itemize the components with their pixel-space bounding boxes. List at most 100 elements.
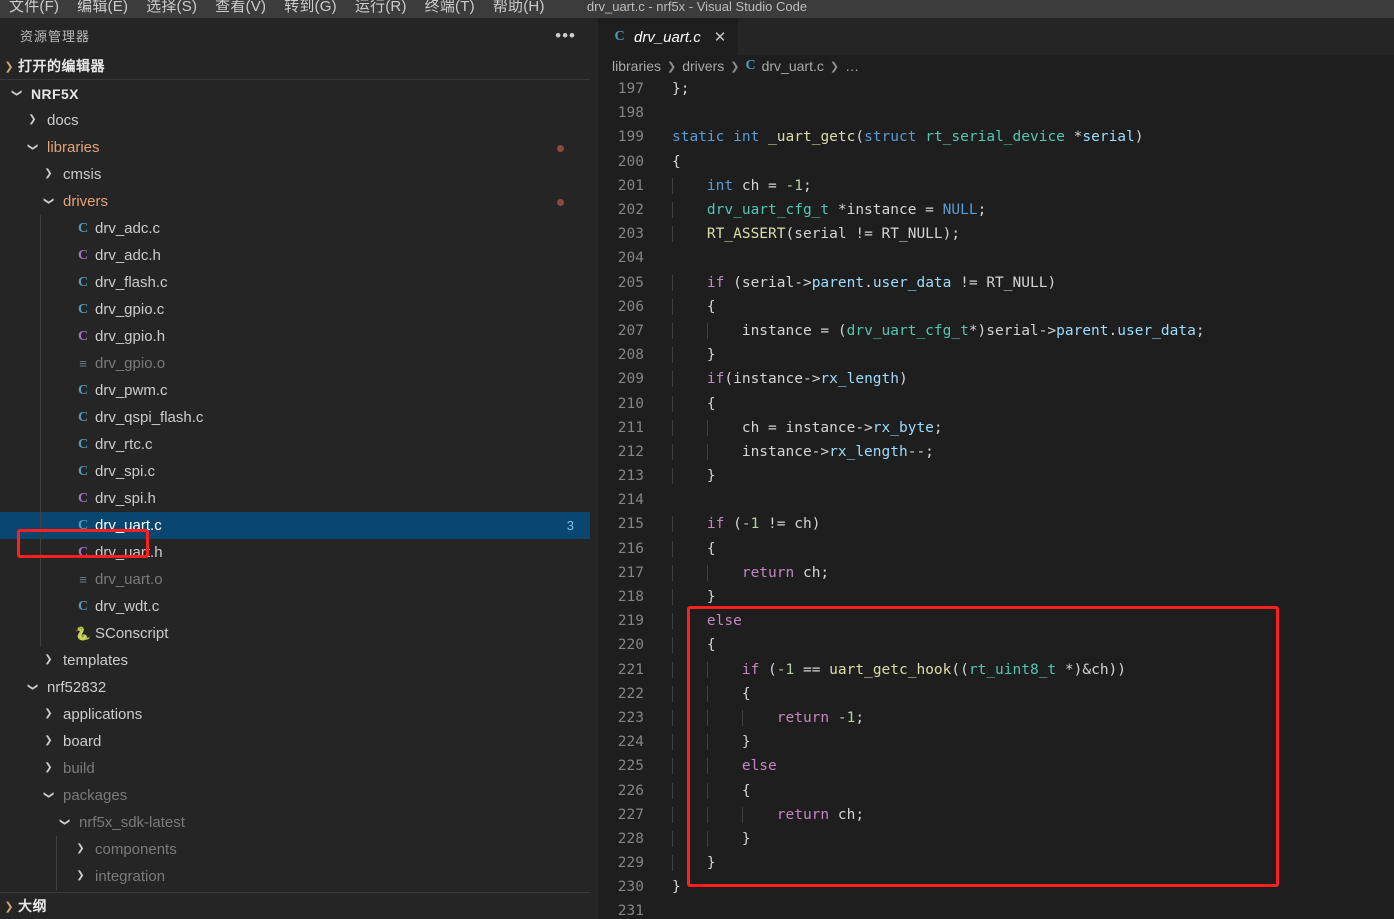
tree-item-applications[interactable]: applications [0,701,590,728]
chevron-down-icon[interactable] [24,681,41,692]
code-line[interactable]: 200 { [598,150,1394,174]
code-line[interactable]: 201 int ch = -1; [598,174,1394,198]
code-line[interactable]: 213 } [598,464,1394,488]
code-line[interactable]: 219 else [598,609,1394,633]
chevron-right-icon[interactable] [40,708,57,719]
code-line[interactable]: 226 { [598,778,1394,802]
chevron-down-icon[interactable] [24,141,41,152]
tree-item-docs[interactable]: docs [0,107,590,134]
tree-item-drv-qspi-flash-c[interactable]: Cdrv_qspi_flash.c [0,404,590,431]
code-line[interactable]: 203 RT_ASSERT(serial != RT_NULL); [598,222,1394,246]
code-line[interactable]: 198 [598,101,1394,125]
tree-item-templates[interactable]: templates [0,647,590,674]
code-token: } [706,468,716,485]
tab-drv-uart-c[interactable]: C drv_uart.c ✕ [598,18,739,55]
code-line[interactable]: 197}; [598,77,1394,101]
chevron-down-icon[interactable] [56,816,73,827]
code-line[interactable]: 206 { [598,295,1394,319]
tree-item-drv-rtc-c[interactable]: Cdrv_rtc.c [0,431,590,458]
code-line[interactable]: 221 if (-1 == uart_getc_hook((rt_uint8_t… [598,658,1394,682]
breadcrumb-segment[interactable]: drv_uart.c [762,58,824,74]
tree-item-drv-adc-c[interactable]: Cdrv_adc.c [0,215,590,242]
code-indent-guide [707,685,708,702]
code-line[interactable]: 216 { [598,537,1394,561]
chevron-right-icon[interactable] [72,870,89,881]
code-line[interactable]: 220 { [598,633,1394,657]
tree-item-drv-spi-h[interactable]: Cdrv_spi.h [0,485,590,512]
code-line[interactable]: 227 return ch; [598,803,1394,827]
chevron-right-icon[interactable] [40,654,57,665]
tree-item-drv-uart-h[interactable]: Cdrv_uart.h [0,539,590,566]
breadcrumb[interactable]: libraries ❯ drivers ❯ Cdrv_uart.c ❯… [598,55,1394,77]
code-token: else [741,758,777,775]
code-line[interactable]: 231 [598,899,1394,919]
tree-item-drv-spi-c[interactable]: Cdrv_spi.c [0,458,590,485]
tree-item-integration[interactable]: integration [0,863,590,890]
code-line[interactable]: 230} [598,875,1394,899]
tree-item-cmsis[interactable]: cmsis [0,161,590,188]
code-token: struct [864,129,917,146]
tree-item-sconscript[interactable]: 🐍 SConscript [0,620,590,647]
tree-item-libraries[interactable]: libraries [0,134,590,161]
tree-item-nrf52832[interactable]: nrf52832 [0,674,590,701]
code-line[interactable]: 207 instance = (drv_uart_cfg_t*)serial->… [598,319,1394,343]
tree-item-build[interactable]: build [0,755,590,782]
code-line[interactable]: 215 if (-1 != ch) [598,512,1394,536]
tree-item-components[interactable]: components [0,836,590,863]
chevron-right-icon[interactable] [72,843,89,854]
chevron-right-icon[interactable] [40,762,57,773]
line-content: int ch = -1; [656,177,812,194]
tree-indent-guide [40,215,41,647]
section-open-editors[interactable]: ❯ 打开的编辑器 [0,53,590,80]
code-editor[interactable]: 197}; 198 199 static int _uart_getc(struct … [598,77,1394,919]
code-line[interactable]: 202 drv_uart_cfg_t *instance = NULL; [598,198,1394,222]
code-token: ( [724,516,742,533]
chevron-down-icon[interactable] [40,195,57,206]
code-line[interactable]: 228 } [598,827,1394,851]
tree-item-drv-pwm-c[interactable]: Cdrv_pwm.c [0,377,590,404]
code-token: drv_uart_cfg_t [846,322,969,339]
code-line[interactable]: 212 instance->rx_length--; [598,440,1394,464]
code-line[interactable]: 208 } [598,343,1394,367]
code-line[interactable]: 223 return -1; [598,706,1394,730]
code-line[interactable]: 224 } [598,730,1394,754]
breadcrumb-segment[interactable]: drivers [682,58,724,74]
tree-item-drivers[interactable]: drivers [0,188,590,215]
chevron-right-icon[interactable] [40,735,57,746]
code-line[interactable]: 211 ch = instance->rx_byte; [598,416,1394,440]
code-line[interactable]: 210 { [598,391,1394,415]
tree-item-board[interactable]: board [0,728,590,755]
tree-item-nrf5x-sdk-latest[interactable]: nrf5x_sdk-latest [0,809,590,836]
tree-item-nrf5x[interactable]: NRF5X [0,80,590,107]
chevron-down-icon[interactable] [40,789,57,800]
tree-item-drv-gpio-c[interactable]: Cdrv_gpio.c [0,296,590,323]
tree-item-drv-wdt-c[interactable]: Cdrv_wdt.c [0,593,590,620]
code-line[interactable]: 222 { [598,682,1394,706]
code-line[interactable]: 218 } [598,585,1394,609]
code-line[interactable]: 204 [598,246,1394,270]
tree-item-drv-gpio-h[interactable]: Cdrv_gpio.h [0,323,590,350]
breadcrumb-segment[interactable]: … [845,58,859,74]
tree-item-drv-uart-o[interactable]: ≡ drv_uart.o [0,566,590,593]
code-line[interactable]: 229 } [598,851,1394,875]
code-line[interactable]: 205 if (serial->parent.user_data != RT_N… [598,271,1394,295]
chevron-down-icon[interactable] [8,87,25,98]
chevron-right-icon[interactable] [40,168,57,179]
section-outline[interactable]: ❯ 大纲 [0,892,590,919]
tree-item-drv-gpio-o[interactable]: ≡ drv_gpio.o [0,350,590,377]
code-line[interactable]: 225 else [598,754,1394,778]
close-icon[interactable]: ✕ [714,30,727,45]
code-line[interactable]: 209 if(instance->rx_length) [598,367,1394,391]
code-line[interactable]: 199 static int _uart_getc(struct rt_seria… [598,125,1394,149]
line-content: { [656,685,751,702]
file-tree[interactable]: NRF5X docs libraries cmsis drivers Cdrv_adc.c… [0,80,590,890]
code-line[interactable]: 217 return ch; [598,561,1394,585]
tree-item-drv-adc-h[interactable]: Cdrv_adc.h [0,242,590,269]
tree-item-drv-uart-c[interactable]: Cdrv_uart.c 3 [0,512,590,539]
more-actions-icon[interactable]: ••• [555,27,576,44]
chevron-right-icon[interactable] [24,114,41,125]
tree-item-drv-flash-c[interactable]: Cdrv_flash.c [0,269,590,296]
code-line[interactable]: 214 [598,488,1394,512]
tree-item-packages[interactable]: packages [0,782,590,809]
breadcrumb-segment[interactable]: libraries [612,58,661,74]
